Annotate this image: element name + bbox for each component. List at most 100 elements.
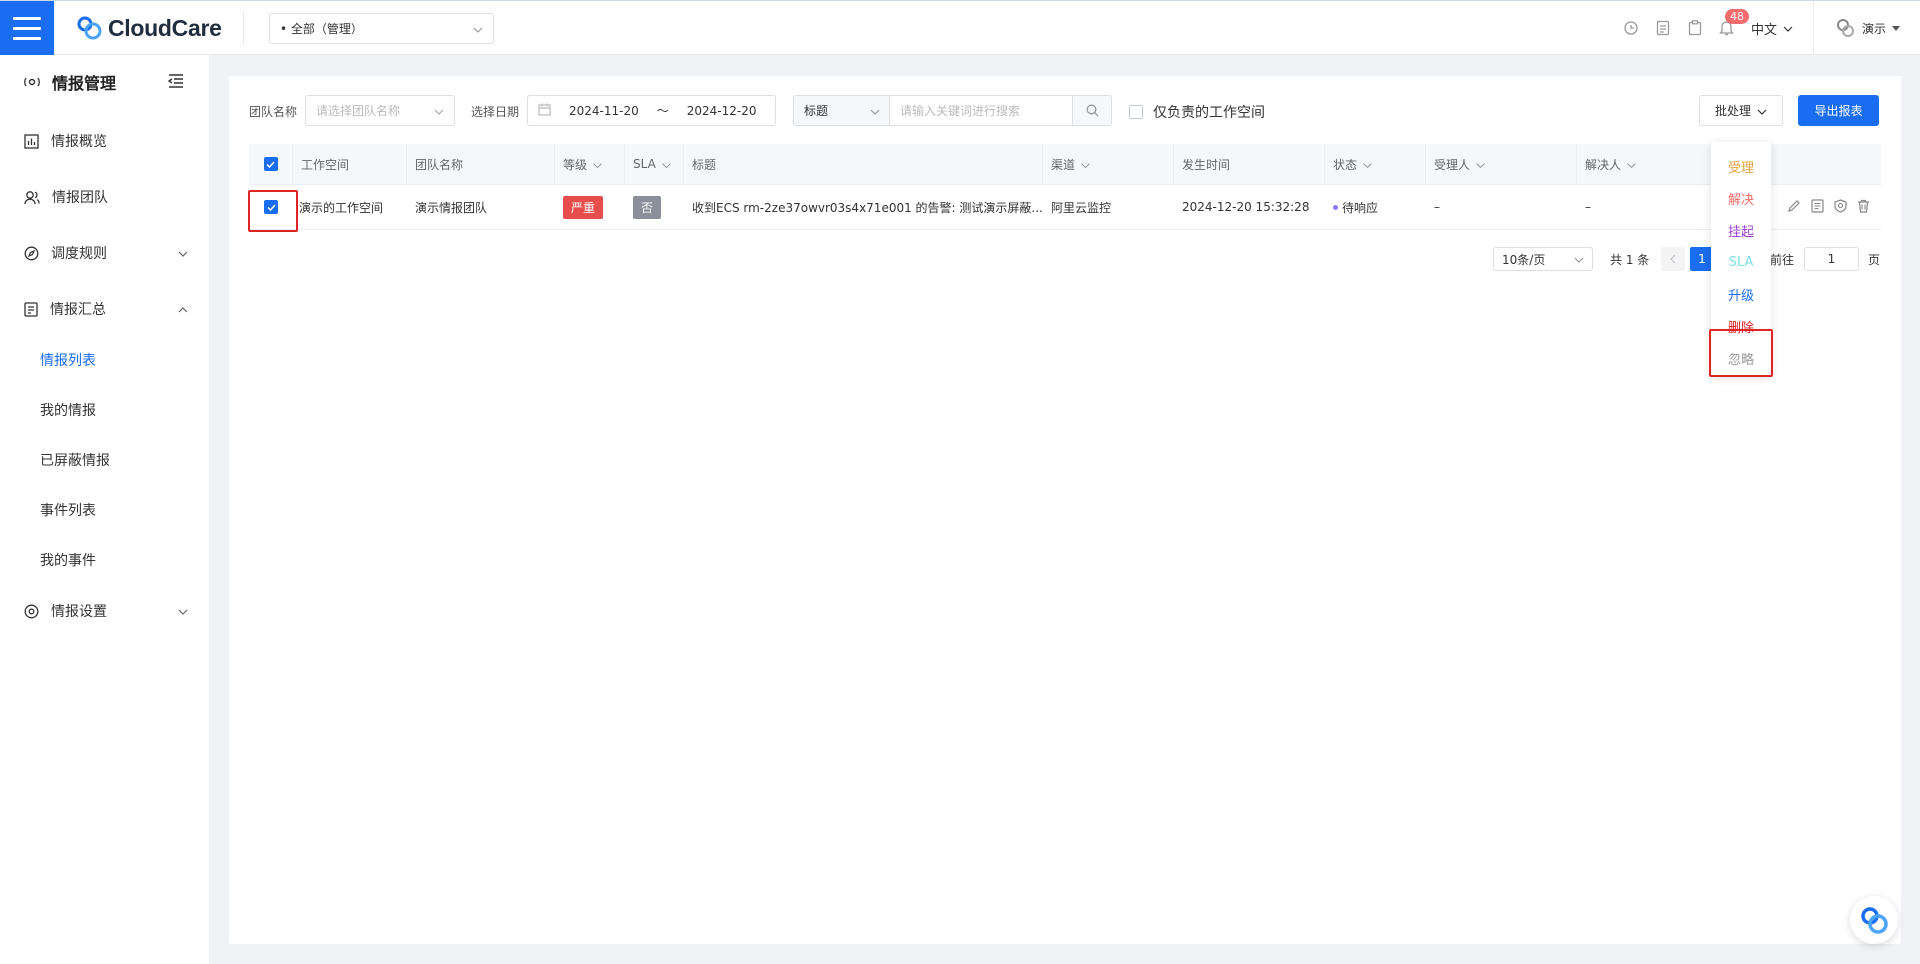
sla-badge: 否 <box>633 195 662 219</box>
sidebar-subitem-my-intel[interactable]: 我的情报 <box>40 398 96 422</box>
chevron-down-icon <box>661 157 671 171</box>
chevron-left-icon <box>1670 254 1676 264</box>
export-report-button[interactable]: 导出报表 <box>1798 95 1879 126</box>
column-header-title: 标题 <box>684 144 1043 184</box>
sidebar-item-label: 情报概览 <box>51 134 107 150</box>
column-header-assignee[interactable]: 受理人 <box>1426 144 1577 184</box>
severity-badge: 严重 <box>563 195 604 219</box>
date-separator: ～ <box>656 104 669 118</box>
keyword-search-placeholder: 请输入关键词进行搜索 <box>900 104 1021 118</box>
goto-page-input[interactable]: 1 <box>1804 247 1859 271</box>
chevron-down-icon <box>1627 157 1636 171</box>
column-header-sla[interactable]: SLA <box>625 144 684 184</box>
document-icon[interactable] <box>1647 1 1679 55</box>
chevron-down-icon <box>434 104 444 118</box>
sidebar-title: 情报管理 <box>52 74 117 93</box>
table-row[interactable]: 演示的工作空间 演示情报团队 严重 否 收到ECS rm-2ze37owvr03… <box>249 185 1881 230</box>
sidebar-subitem-intel-list[interactable]: 情报列表 <box>40 348 96 372</box>
date-filter-label: 选择日期 <box>471 105 520 119</box>
column-header-status[interactable]: 状态 <box>1325 144 1426 184</box>
status-label: 待响应 <box>1342 200 1379 215</box>
cell-operations <box>1779 185 1881 229</box>
sidebar: 情报管理 情报概览 情报团队 调度规则 情报汇总 情报列表 我的情报 已屏蔽情报… <box>0 55 209 964</box>
intel-table: 工作空间 团队名称 等级 SLA 标题 渠道 发生时间 状态 受理人 解决人 演… <box>249 144 1881 230</box>
sidebar-item-intel-settings[interactable]: 情报设置 <box>24 597 188 625</box>
chevron-down-icon <box>1574 252 1584 266</box>
workspace-select[interactable]: • 全部（管理） <box>269 13 494 44</box>
cell-time: 2024-12-20 15:32:28 <box>1182 200 1310 214</box>
bar-chart-icon <box>24 133 39 149</box>
sidebar-item-team[interactable]: 情报团队 <box>24 183 188 211</box>
batch-process-dropdown: 受理 解决 挂起 SLA 升级 删除 忽略 <box>1711 142 1771 376</box>
column-header-label: 团队名称 <box>415 157 464 172</box>
chevron-down-icon <box>1757 104 1767 118</box>
caret-down-icon <box>1892 21 1900 35</box>
date-end: 2024-12-20 <box>686 103 757 118</box>
keyword-search-input[interactable]: 请输入关键词进行搜索 <box>889 95 1072 126</box>
page-size-value: 10条/页 <box>1502 252 1546 267</box>
column-header-channel[interactable]: 渠道 <box>1043 144 1174 184</box>
compass-icon <box>24 246 39 260</box>
column-header-level[interactable]: 等级 <box>555 144 625 184</box>
brand-logo[interactable]: CloudCare <box>76 14 222 42</box>
prev-page-button[interactable] <box>1661 247 1685 271</box>
column-header-label: 受理人 <box>1434 157 1471 172</box>
column-header-label: 标题 <box>692 157 717 172</box>
team-select[interactable]: 请选择团队名称 <box>305 95 455 126</box>
column-header-label: 解决人 <box>1585 157 1622 172</box>
hamburger-menu-icon[interactable] <box>0 1 54 55</box>
notification-bell[interactable]: 48 <box>1711 1 1749 55</box>
search-type-select[interactable]: 标题 <box>793 95 890 126</box>
column-header-label: SLA <box>633 157 656 171</box>
clipboard-icon[interactable] <box>1679 1 1711 55</box>
collapse-menu-icon[interactable] <box>167 73 184 92</box>
top-header: CloudCare • 全部（管理） 48 中文 演示 <box>0 0 1920 55</box>
shield-icon[interactable] <box>1834 198 1847 216</box>
column-header-label: 发生时间 <box>1182 157 1231 172</box>
only-my-workspace-toggle[interactable]: 仅负责的工作空间 <box>1129 102 1265 122</box>
header-divider <box>243 12 244 44</box>
batch-process-button[interactable]: 批处理 <box>1699 95 1783 126</box>
cell-title[interactable]: 收到ECS rm-2ze37owvr03s4x71e001 的告警: 测试演示屏… <box>684 185 1043 229</box>
batch-sla-option[interactable]: SLA <box>1711 246 1771 278</box>
search-button[interactable] <box>1072 95 1112 126</box>
page-size-select[interactable]: 10条/页 <box>1493 247 1593 271</box>
language-switch[interactable]: 中文 <box>1743 1 1814 55</box>
sidebar-item-dispatch-rules[interactable]: 调度规则 <box>24 239 188 267</box>
column-header-label: 等级 <box>563 157 588 172</box>
batch-accept-option[interactable]: 受理 <box>1711 150 1771 182</box>
floating-assistant-button[interactable] <box>1850 896 1898 944</box>
column-header-workspace: 工作空间 <box>293 144 407 184</box>
trash-icon[interactable] <box>1857 199 1870 216</box>
batch-suspend-option[interactable]: 挂起 <box>1711 214 1771 246</box>
sidebar-subitem-my-events[interactable]: 我的事件 <box>40 548 96 572</box>
sidebar-subitem-blocked-intel[interactable]: 已屏蔽情报 <box>40 448 110 472</box>
batch-ignore-option[interactable]: 忽略 <box>1711 342 1771 374</box>
user-menu[interactable]: 演示 <box>1814 1 1920 55</box>
record-icon[interactable] <box>1811 198 1824 216</box>
total-count: 共 1 条 <box>1610 253 1650 267</box>
date-range-picker[interactable]: 2024-11-20 ～ 2024-12-20 <box>527 95 776 126</box>
refresh-icon[interactable] <box>1615 1 1647 55</box>
status-dot <box>1333 204 1338 210</box>
batch-resolve-option[interactable]: 解决 <box>1711 182 1771 214</box>
batch-escalate-option[interactable]: 升级 <box>1711 278 1771 310</box>
select-all-checkbox[interactable] <box>263 157 278 171</box>
intel-module-icon <box>24 77 40 87</box>
chevron-down-icon <box>870 104 880 118</box>
sidebar-item-intel-summary[interactable]: 情报汇总 <box>24 295 188 323</box>
row-select-cell <box>249 185 293 229</box>
only-my-workspace-checkbox[interactable] <box>1129 105 1143 119</box>
chevron-down-icon <box>473 22 483 36</box>
sidebar-item-label: 情报设置 <box>51 604 107 620</box>
sidebar-item-overview[interactable]: 情报概览 <box>24 127 188 155</box>
search-type-value: 标题 <box>804 104 829 118</box>
sidebar-item-label: 调度规则 <box>51 246 107 262</box>
batch-delete-option[interactable]: 删除 <box>1711 310 1771 342</box>
cloudcare-assistant-icon <box>1861 907 1888 934</box>
edit-icon[interactable] <box>1787 199 1801 216</box>
row-checkbox[interactable] <box>264 200 278 214</box>
cell-sla: 否 <box>625 185 684 229</box>
date-start: 2024-11-20 <box>569 103 639 118</box>
sidebar-subitem-event-list[interactable]: 事件列表 <box>40 498 96 522</box>
